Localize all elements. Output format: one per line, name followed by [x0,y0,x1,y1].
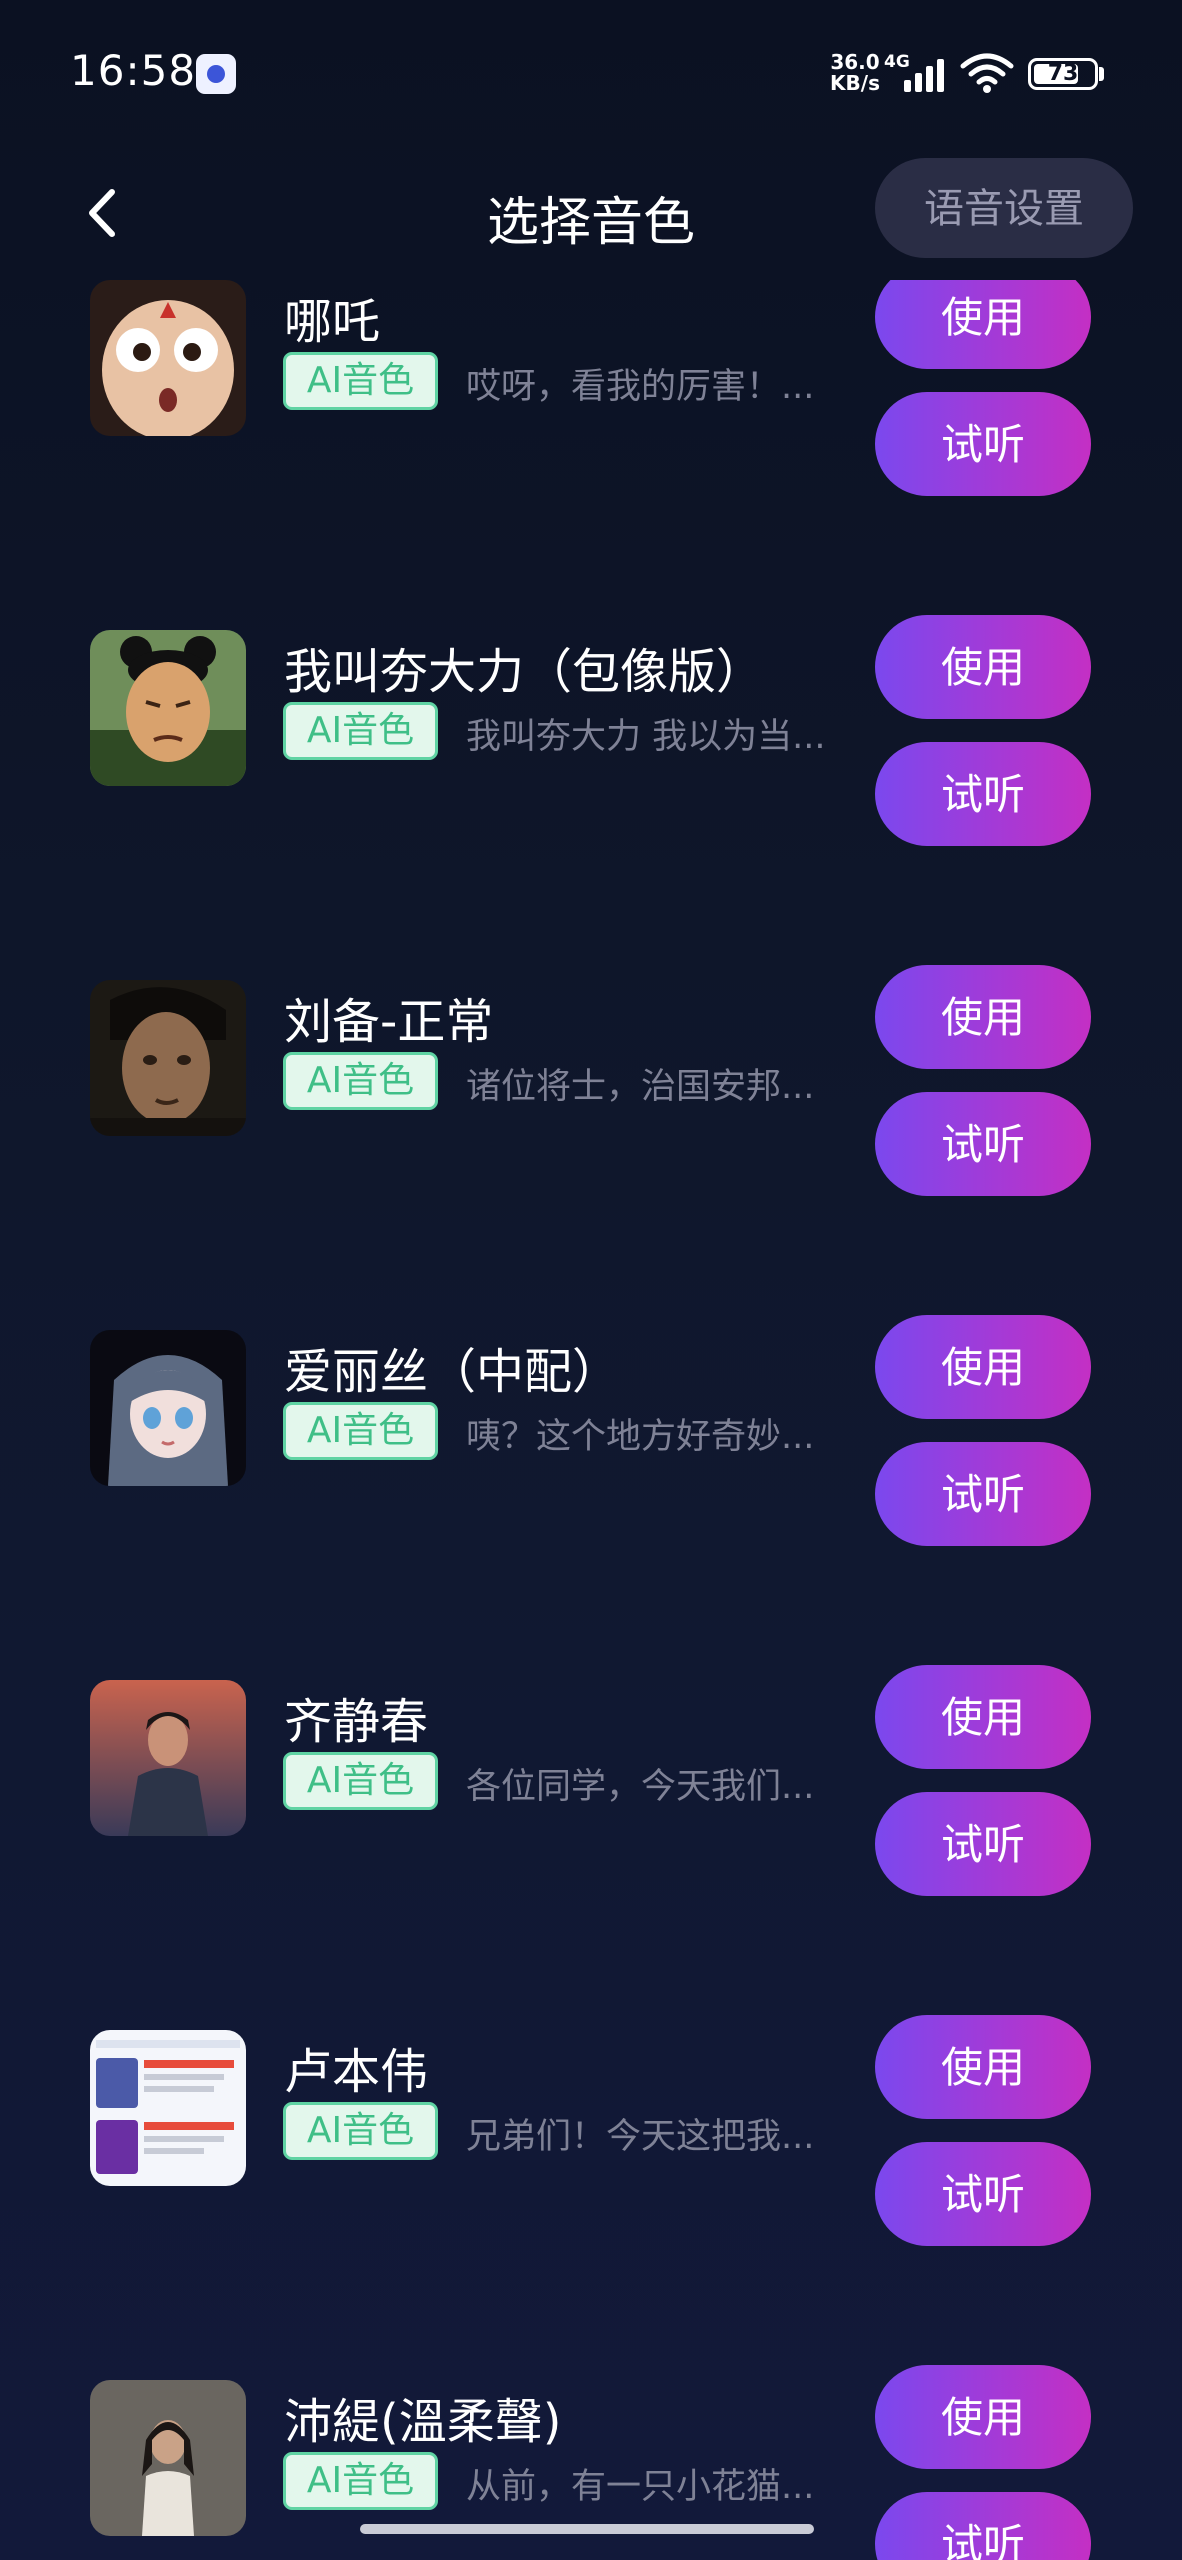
use-button[interactable]: 使用 [875,615,1091,719]
voice-settings-button[interactable]: 语音设置 [875,158,1133,258]
voice-name: 刘备-正常 [284,994,494,1050]
voice-item: 卢本伟 AI音色 兄弟们！今天这把我... 使用 试听 [0,1940,1182,2290]
voice-name: 爱丽丝（中配） [284,1344,621,1400]
home-indicator[interactable] [360,2524,814,2534]
voice-item: 刘备-正常 AI音色 诸位将士，治国安邦... 使用 试听 [0,890,1182,1240]
voice-name: 沛緹(溫柔聲) [284,2394,562,2450]
status-bar: 16:58 36.0 KB/s 4G 73 [0,0,1182,140]
avatar [90,1680,246,1836]
battery-level: 73 [1047,61,1079,86]
ai-voice-tag: AI音色 [283,2102,438,2160]
listen-button[interactable]: 试听 [875,1792,1091,1896]
use-button[interactable]: 使用 [875,2015,1091,2119]
voice-item: 哪吒 AI音色 哎呀，看我的厉害！... 使用 试听 [0,280,1182,540]
voice-name: 哪吒 [284,294,381,350]
avatar [90,2030,246,2186]
voice-list[interactable]: 哪吒 AI音色 哎呀，看我的厉害！... 使用 试听 我叫夯大力（包像版） AI… [0,280,1182,2560]
voice-item: 沛緹(溫柔聲) AI音色 从前，有一只小花猫... 使用 试听 [0,2290,1182,2560]
ai-voice-tag: AI音色 [283,702,438,760]
use-button[interactable]: 使用 [875,965,1091,1069]
voice-description: 哎呀，看我的厉害！... [466,367,815,407]
status-time: 16:58 [70,46,197,95]
voice-item: 我叫夯大力（包像版） AI音色 我叫夯大力 我以为当... 使用 试听 [0,540,1182,890]
avatar [90,1330,246,1486]
avatar [90,2380,246,2536]
ai-voice-tag: AI音色 [283,352,438,410]
listen-button[interactable]: 试听 [875,2142,1091,2246]
voice-description: 兄弟们！今天这把我... [466,2117,815,2157]
use-button[interactable]: 使用 [875,1315,1091,1419]
avatar [90,630,246,786]
voice-name: 齐静春 [284,1694,429,1750]
voice-description: 诸位将士，治国安邦... [466,1067,815,1107]
use-button[interactable]: 使用 [875,280,1091,369]
voice-select-screen: 16:58 36.0 KB/s 4G 73 选择音色 语音设置 哪吒 AI音色 … [0,0,1182,2560]
voice-description: 从前，有一只小花猫... [466,2467,815,2507]
battery-tip [1099,67,1104,81]
battery-icon: 73 [1028,58,1098,90]
use-button[interactable]: 使用 [875,1665,1091,1769]
voice-item: 爱丽丝（中配） AI音色 咦？这个地方好奇妙... 使用 试听 [0,1240,1182,1590]
network-speed: 36.0 KB/s [830,50,880,95]
listen-button[interactable]: 试听 [875,1092,1091,1196]
listen-button[interactable]: 试听 [875,742,1091,846]
avatar [90,980,246,1136]
ai-voice-tag: AI音色 [283,1402,438,1460]
voice-description: 咦？这个地方好奇妙... [466,1417,815,1457]
ai-voice-tag: AI音色 [283,1052,438,1110]
listen-button[interactable]: 试听 [875,2492,1091,2560]
cellular-signal-icon [898,56,948,92]
listen-button[interactable]: 试听 [875,392,1091,496]
wifi-icon [960,53,1014,93]
ai-voice-tag: AI音色 [283,2452,438,2510]
voice-item: 齐静春 AI音色 各位同学，今天我们... 使用 试听 [0,1590,1182,1940]
notification-app-icon [196,54,236,94]
voice-name: 我叫夯大力（包像版） [284,644,765,700]
listen-button[interactable]: 试听 [875,1442,1091,1546]
voice-description: 各位同学，今天我们... [466,1767,815,1807]
voice-description: 我叫夯大力 我以为当... [466,717,826,757]
voice-name: 卢本伟 [284,2044,429,2100]
header: 选择音色 语音设置 [0,150,1182,280]
avatar [90,280,246,436]
use-button[interactable]: 使用 [875,2365,1091,2469]
ai-voice-tag: AI音色 [283,1752,438,1810]
